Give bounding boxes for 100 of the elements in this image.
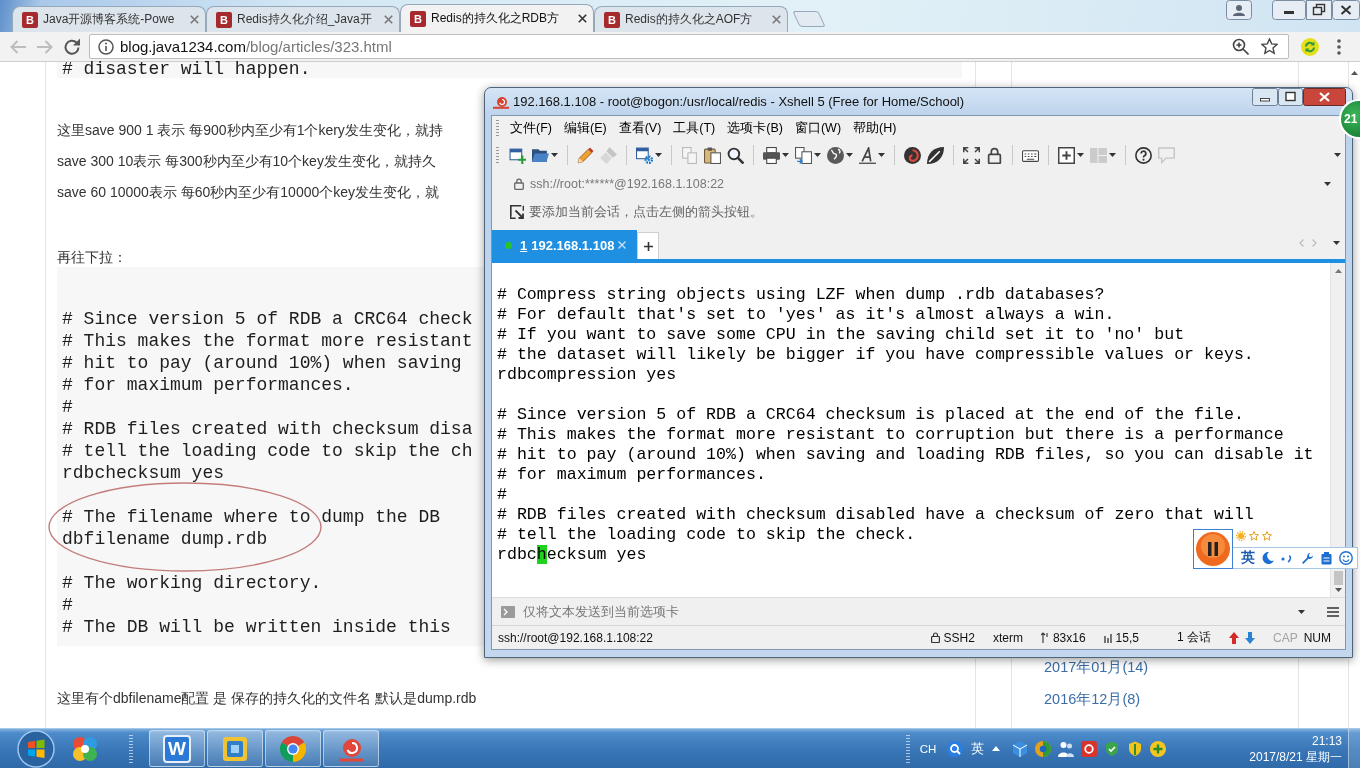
menu-item[interactable]: 工具(T) — [667, 117, 722, 139]
search-icon[interactable] — [946, 740, 963, 757]
arrow-square-icon[interactable] — [510, 205, 524, 219]
taskbar-button[interactable] — [265, 730, 321, 767]
code-line: # for maximum performances. — [62, 374, 354, 396]
menu-item[interactable]: 查看(V) — [612, 117, 668, 139]
address-bar[interactable]: blog.java1234.com/blog/articles/323.html — [89, 34, 1289, 59]
menu-icon[interactable] — [1327, 606, 1339, 617]
scroll-up-icon[interactable] — [1351, 71, 1358, 75]
profile-icon[interactable] — [1226, 0, 1252, 20]
menu-icon[interactable] — [1337, 38, 1341, 55]
globe-icon[interactable] — [827, 146, 844, 164]
prompt-icon[interactable] — [501, 605, 515, 618]
clipboard-icon[interactable] — [1320, 551, 1332, 565]
cube-icon[interactable] — [1011, 740, 1028, 757]
star-icon[interactable] — [1261, 38, 1278, 55]
browser-tab[interactable]: B Redis的持久化之AOF方 — [594, 6, 788, 32]
close-icon[interactable] — [578, 14, 587, 23]
ime-indicator[interactable]: 英 — [971, 739, 985, 758]
browser-tab[interactable]: B Redis的持久化之RDB方 — [400, 4, 594, 32]
caret-icon[interactable] — [1077, 153, 1084, 157]
caret-icon[interactable] — [551, 153, 558, 157]
minimize-icon[interactable] — [1272, 0, 1306, 20]
key-indicator: CAP — [1273, 630, 1298, 645]
close-icon[interactable] — [1303, 88, 1346, 106]
lock-icon[interactable] — [986, 146, 1003, 164]
caret-icon[interactable] — [814, 153, 821, 157]
printer-icon[interactable] — [763, 146, 780, 164]
cursor-position: 15,5 — [1115, 630, 1139, 645]
leaf-icon[interactable] — [927, 146, 944, 164]
clock-time[interactable]: 21:13 — [1311, 732, 1342, 749]
moon-icon[interactable] — [1262, 552, 1275, 564]
menu-item[interactable]: 窗口(W) — [788, 117, 848, 139]
fullscreen-icon[interactable] — [963, 146, 980, 164]
archive-link[interactable]: 2016年12月(8) — [1044, 690, 1141, 708]
extension-icon[interactable] — [1301, 37, 1319, 56]
key-indicator: NUM — [1303, 630, 1331, 645]
archive-link[interactable]: 2017年01月(14) — [1044, 658, 1149, 676]
connection-address: ssh://root@192.168.1.108:22 — [498, 630, 653, 645]
plus-circle-icon[interactable] — [1149, 740, 1166, 757]
help-icon[interactable] — [1135, 146, 1152, 164]
caret-icon[interactable] — [1324, 182, 1331, 186]
close-icon[interactable] — [1332, 0, 1360, 20]
clipboard-icon[interactable] — [704, 146, 721, 164]
ring-badge-icon[interactable] — [1080, 740, 1097, 757]
terminal-line: # for maximum performances. — [497, 465, 766, 485]
caret-icon[interactable] — [1298, 609, 1305, 614]
shield-icon[interactable] — [1126, 740, 1143, 757]
file-transfer-icon[interactable] — [795, 146, 812, 164]
info-icon[interactable] — [98, 38, 114, 55]
folder-icon[interactable] — [532, 146, 549, 164]
plus-square-icon[interactable] — [1058, 146, 1075, 164]
caret-icon[interactable] — [878, 153, 885, 157]
caret-icon[interactable] — [1334, 153, 1341, 157]
menu-item[interactable]: 帮助(H) — [847, 117, 903, 139]
minimize-icon[interactable] — [1252, 88, 1278, 106]
tricolor-circle-icon — [279, 734, 307, 763]
punctuation-icon[interactable] — [1281, 553, 1294, 563]
browser-tab[interactable]: B Redis持久化介绍_Java开 — [206, 6, 400, 32]
shield-check-icon[interactable] — [1103, 740, 1120, 757]
search-icon[interactable] — [727, 146, 744, 164]
taskbar-button[interactable] — [323, 730, 379, 767]
scroll-up-icon[interactable] — [1334, 269, 1342, 273]
window-plus-icon[interactable] — [509, 146, 526, 164]
menu-item[interactable]: 文件(F) — [504, 117, 558, 139]
favicon: B — [604, 11, 620, 28]
scrollbar-thumb[interactable] — [1333, 571, 1343, 585]
ime-mode-toggle[interactable]: 英 — [1241, 549, 1255, 567]
users-icon[interactable] — [1057, 740, 1074, 757]
new-tab-button[interactable] — [637, 232, 659, 259]
menu-item[interactable]: 编辑(E) — [557, 117, 613, 139]
browser-tab[interactable]: B Java开源博客系统-Powe — [12, 6, 206, 32]
caret-icon[interactable] — [1333, 240, 1340, 245]
restore-icon[interactable] — [1306, 0, 1332, 20]
window-gear-icon[interactable] — [636, 146, 653, 164]
pencil-icon[interactable] — [577, 146, 594, 164]
compose-field[interactable]: 仅将文本发送到当前选项卡 — [523, 601, 1290, 622]
wrench-icon[interactable] — [1300, 551, 1314, 565]
pause-icon[interactable] — [1193, 529, 1233, 569]
zoom-in-icon[interactable] — [1232, 38, 1249, 55]
taskbar-button[interactable] — [207, 730, 263, 767]
menu-item[interactable]: 选项卡(B) — [721, 117, 789, 139]
language-indicator[interactable]: CH — [919, 742, 937, 755]
favicon: B — [22, 11, 38, 28]
scrollbar[interactable] — [1330, 263, 1345, 597]
start-orb-icon[interactable] — [17, 729, 55, 768]
ball-icon[interactable] — [1034, 740, 1051, 757]
scroll-down-icon[interactable] — [1334, 588, 1342, 592]
caret-icon[interactable] — [782, 153, 789, 157]
font-icon[interactable] — [859, 146, 876, 164]
address-field[interactable]: ssh://root:******@192.168.1.108:22 — [530, 174, 1318, 194]
caret-icon[interactable] — [846, 153, 853, 157]
swirl-icon[interactable] — [904, 146, 921, 164]
spiral-icon — [493, 94, 509, 109]
clock-date[interactable]: 2017/8/21 星期一 — [1249, 748, 1342, 765]
taskbar-button[interactable]: W — [149, 730, 205, 767]
maximize-icon[interactable] — [1278, 88, 1303, 106]
caret-icon[interactable] — [655, 153, 662, 157]
smiley-icon[interactable] — [1338, 551, 1353, 565]
reload-icon[interactable] — [62, 36, 82, 57]
